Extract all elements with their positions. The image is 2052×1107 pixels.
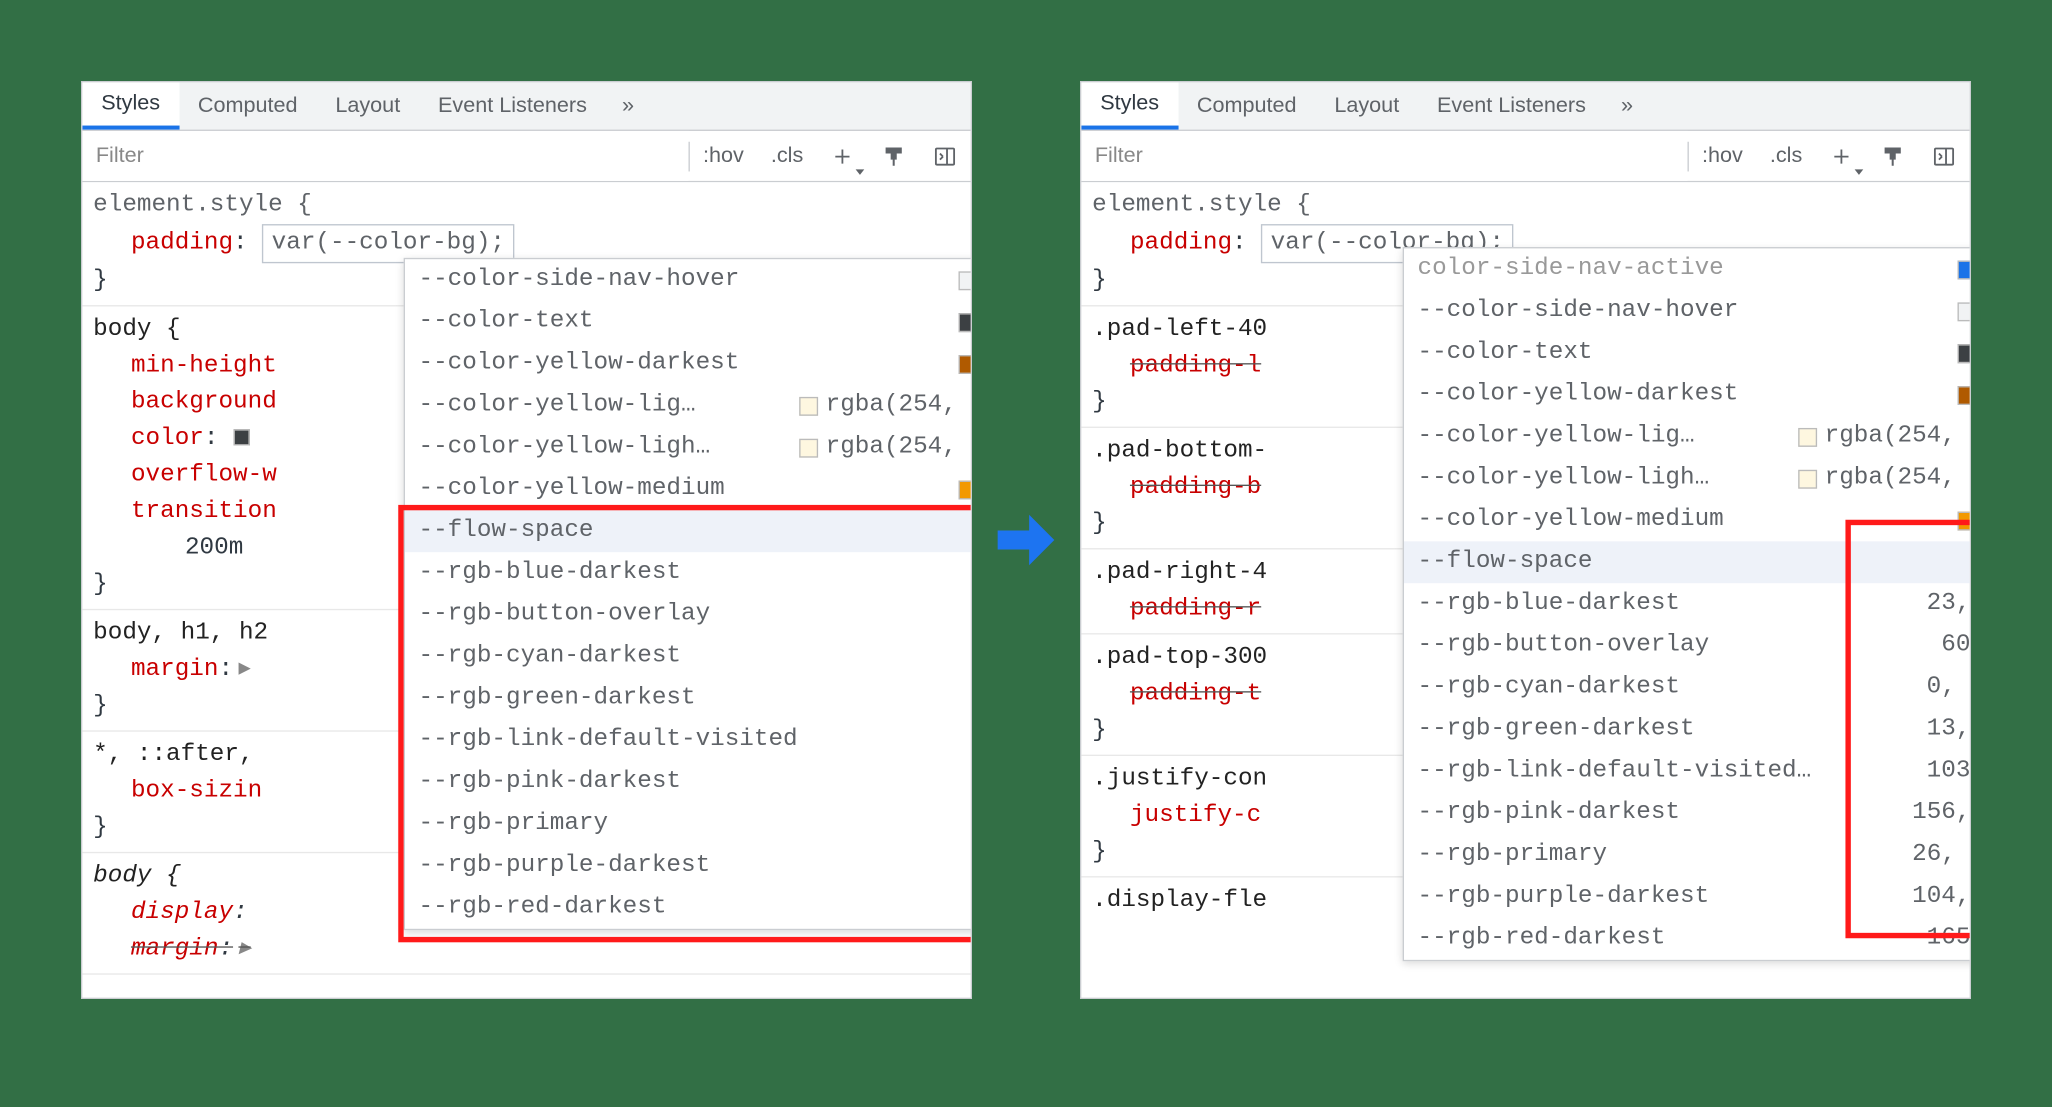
dropdown-item[interactable]: --color-yellow-ligh…rgba(254, 247, 22…	[1404, 458, 1970, 500]
property: margin	[131, 936, 218, 963]
paint-brush-button[interactable]	[1867, 131, 1918, 181]
dropdown-item[interactable]: --color-yellow-lig…rgba(254, 247, 22…	[405, 385, 971, 427]
dropdown-item[interactable]: --rgb-green-darkest13, 101, 45	[1404, 709, 1970, 751]
dropdown-item[interactable]: --rgb-red-darkest165, 14, 14	[1404, 918, 1970, 960]
autocomplete-dropdown[interactable]: color-side-nav-active#1a73e8--color-side…	[1403, 247, 1970, 961]
dropdown-item[interactable]: --rgb-button-overlay60, 64, 67	[1404, 625, 1970, 667]
dropdown-item[interactable]: --color-yellow-medium#f29900	[405, 468, 971, 510]
dropdown-item[interactable]: color-side-nav-active#1a73e8	[1404, 248, 1970, 290]
dropdown-item[interactable]: --flow-space2rem	[1404, 541, 1970, 583]
tab-styles[interactable]: Styles	[82, 82, 179, 129]
dropdown-item[interactable]: --color-text#3c4043	[405, 301, 971, 343]
dropdown-item[interactable]: --color-yellow-ligh…rgba(254, 247, 22…	[405, 427, 971, 469]
dropdown-item[interactable]: --color-yellow-darkest#b05a00	[1404, 374, 1970, 416]
value: 200m	[185, 535, 243, 562]
paint-brush-button[interactable]	[868, 131, 919, 181]
dropdown-item[interactable]: --rgb-red-darkest	[405, 887, 971, 929]
new-style-rule-button[interactable]	[1816, 131, 1867, 181]
tab-event-listeners[interactable]: Event Listeners	[419, 82, 606, 129]
new-style-rule-button[interactable]	[817, 131, 868, 181]
tab-computed[interactable]: Computed	[179, 82, 316, 129]
dropdown-item[interactable]: --flow-space	[405, 510, 971, 552]
tab-styles[interactable]: Styles	[1081, 82, 1178, 129]
dropdown-item[interactable]: --rgb-pink-darkest156, 22, 107	[1404, 792, 1970, 834]
property: padding-l	[1130, 352, 1261, 379]
styles-content: element.style { padding: var(--color-bg)…	[82, 182, 970, 997]
dropdown-item[interactable]: --rgb-blue-darkest	[405, 552, 971, 594]
tabs-overflow-icon[interactable]: »	[606, 83, 650, 129]
tabs-bar: Styles Computed Layout Event Listeners »	[82, 82, 970, 131]
tabs-overflow-icon[interactable]: »	[1605, 83, 1649, 129]
property: justify-c	[1130, 802, 1261, 829]
plus-icon	[1829, 144, 1853, 168]
property: background	[131, 389, 277, 416]
devtools-panel-after: Styles Computed Layout Event Listeners »…	[1080, 81, 1971, 999]
styles-toolbar: :hov .cls	[1081, 131, 1969, 182]
selector: element.style {	[1092, 188, 1959, 224]
property: padding	[131, 230, 233, 257]
dropdown-item[interactable]: --color-yellow-medium#f29900	[1404, 500, 1970, 542]
expand-icon[interactable]: ▸	[233, 936, 256, 963]
dropdown-item[interactable]: --rgb-purple-darkest	[405, 845, 971, 887]
hov-toggle[interactable]: :hov	[1689, 131, 1757, 181]
filter-input[interactable]	[1081, 131, 1687, 181]
dropdown-item[interactable]: --rgb-cyan-darkest0, 122, 131	[1404, 667, 1970, 709]
filter-input[interactable]	[82, 131, 688, 181]
dropdown-item[interactable]: --color-text#3c4043	[1404, 332, 1970, 374]
sidebar-collapse-icon	[1932, 144, 1956, 168]
tab-event-listeners[interactable]: Event Listeners	[1418, 82, 1605, 129]
property: display	[131, 899, 233, 926]
plus-icon	[830, 144, 854, 168]
cls-toggle[interactable]: .cls	[1756, 131, 1815, 181]
brush-icon	[882, 144, 906, 168]
arrow-right-icon	[988, 502, 1064, 578]
property: margin	[131, 656, 218, 683]
dropdown-item[interactable]: --color-yellow-lig…rgba(254, 247, 22…	[1404, 416, 1970, 458]
hov-toggle[interactable]: :hov	[690, 131, 758, 181]
selector: element.style {	[93, 188, 960, 224]
autocomplete-dropdown[interactable]: --color-side-nav-hover#f1f3f4--color-tex…	[404, 258, 971, 930]
dropdown-item[interactable]: --rgb-purple-darkest104, 29, 168	[1404, 876, 1970, 918]
dropdown-item[interactable]: --rgb-primary	[405, 803, 971, 845]
property: overflow-w	[131, 462, 277, 489]
property: padding-b	[1130, 474, 1261, 501]
computed-panel-toggle[interactable]	[1918, 131, 1969, 181]
color-swatch[interactable]	[233, 430, 249, 446]
arrow-container	[972, 81, 1080, 999]
property: padding	[1130, 230, 1232, 257]
dropdown-item[interactable]: --rgb-pink-darkest	[405, 761, 971, 803]
dropdown-item[interactable]: --rgb-primary26, 115, 232	[1404, 834, 1970, 876]
property: box-sizin	[131, 778, 262, 805]
property: padding-t	[1130, 680, 1261, 707]
tabs-bar: Styles Computed Layout Event Listeners »	[1081, 82, 1969, 131]
property: min-height	[131, 352, 277, 379]
styles-content: element.style { padding: var(--color-bg)…	[1081, 182, 1969, 997]
computed-panel-toggle[interactable]	[919, 131, 970, 181]
dropdown-item[interactable]: --rgb-green-darkest	[405, 678, 971, 720]
sidebar-collapse-icon	[933, 144, 957, 168]
brush-icon	[1881, 144, 1905, 168]
property: color	[131, 425, 204, 452]
dropdown-item[interactable]: --color-side-nav-hover#f1f3f4	[405, 259, 971, 301]
dropdown-item[interactable]: --color-yellow-darkest#b05a00	[405, 343, 971, 385]
tab-layout[interactable]: Layout	[316, 82, 419, 129]
dropdown-item[interactable]: --rgb-link-default-visited	[405, 720, 971, 762]
styles-toolbar: :hov .cls	[82, 131, 970, 182]
property: transition	[131, 498, 277, 525]
dropdown-item[interactable]: --rgb-link-default-visited…103, 29, 1…	[1404, 751, 1970, 793]
tab-layout[interactable]: Layout	[1315, 82, 1418, 129]
devtools-panel-before: Styles Computed Layout Event Listeners »…	[81, 81, 972, 999]
expand-icon[interactable]: ▸	[233, 656, 256, 683]
cls-toggle[interactable]: .cls	[757, 131, 816, 181]
dropdown-item[interactable]: --color-side-nav-hover#f1f3f4	[1404, 290, 1970, 332]
dropdown-item[interactable]: --rgb-blue-darkest23, 78, 166	[1404, 583, 1970, 625]
dropdown-item[interactable]: --rgb-cyan-darkest	[405, 636, 971, 678]
property: padding-r	[1130, 595, 1261, 622]
tab-computed[interactable]: Computed	[1178, 82, 1315, 129]
dropdown-item[interactable]: --rgb-button-overlay	[405, 594, 971, 636]
